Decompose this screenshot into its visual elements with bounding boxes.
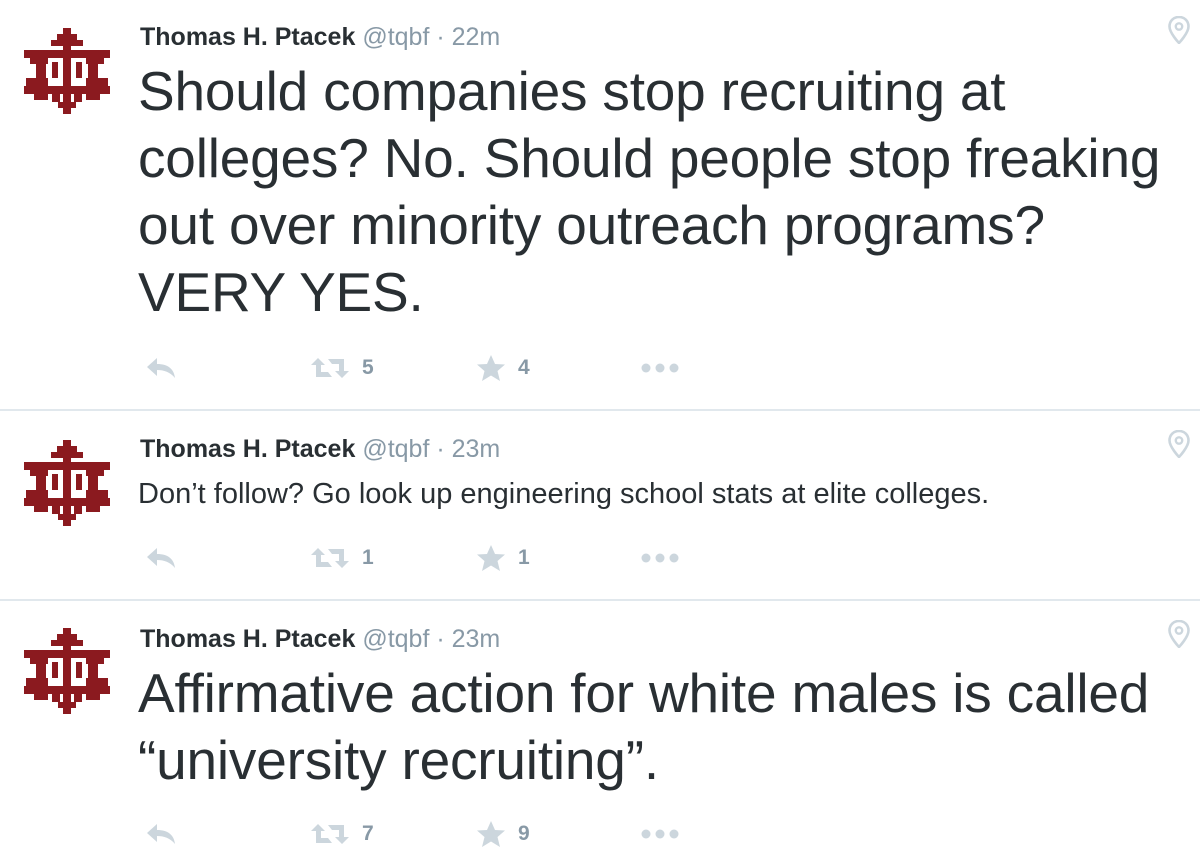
reply-button[interactable] xyxy=(144,352,178,384)
retweet-icon xyxy=(311,548,349,568)
location-pin-icon[interactable] xyxy=(1168,620,1190,648)
separator: · xyxy=(436,23,445,51)
favorite-button[interactable]: 9 xyxy=(476,818,530,850)
tweet[interactable]: Thomas H. Ptacek @tqbf · 23m Don’t follo… xyxy=(0,410,1200,600)
location-pin-icon[interactable] xyxy=(1168,430,1190,458)
separator: · xyxy=(436,625,445,653)
author-name[interactable]: Thomas H. Ptacek xyxy=(140,625,355,653)
tweet-text: Don’t follow? Go look up engineering sch… xyxy=(138,478,990,510)
retweet-button[interactable]: 5 xyxy=(310,352,374,384)
tweet-actions: 7 9 xyxy=(142,818,702,850)
tweet-header: Thomas H. Ptacek @tqbf · 22m xyxy=(140,20,500,54)
author-handle[interactable]: @tqbf xyxy=(362,435,429,463)
reply-button[interactable] xyxy=(144,542,178,574)
star-icon xyxy=(477,821,505,847)
favorite-count: 1 xyxy=(518,546,530,569)
reply-icon xyxy=(147,548,175,568)
timestamp[interactable]: 23m xyxy=(452,625,501,653)
timestamp[interactable]: 23m xyxy=(452,435,501,463)
tweet-actions: 1 1 xyxy=(142,542,702,574)
avatar[interactable] xyxy=(22,440,112,526)
tweet-text: Should companies stop recruiting at coll… xyxy=(138,60,1161,323)
retweet-icon xyxy=(311,824,349,844)
author-name[interactable]: Thomas H. Ptacek xyxy=(140,23,355,51)
more-icon xyxy=(641,363,679,373)
reply-button[interactable] xyxy=(144,818,178,850)
retweet-count: 1 xyxy=(362,546,374,569)
tweet-header: Thomas H. Ptacek @tqbf · 23m xyxy=(140,432,500,466)
favorite-count: 4 xyxy=(518,356,530,379)
separator: · xyxy=(436,435,445,463)
more-button[interactable] xyxy=(640,818,680,850)
retweet-button[interactable]: 7 xyxy=(310,818,374,850)
tweet[interactable]: Thomas H. Ptacek @tqbf · 22m Should comp… xyxy=(0,0,1200,410)
author-name[interactable]: Thomas H. Ptacek xyxy=(140,435,355,463)
more-icon xyxy=(641,553,679,563)
star-icon xyxy=(477,545,505,571)
favorite-count: 9 xyxy=(518,822,530,845)
more-button[interactable] xyxy=(640,352,680,384)
author-handle[interactable]: @tqbf xyxy=(362,23,429,51)
star-icon xyxy=(477,355,505,381)
author-handle[interactable]: @tqbf xyxy=(362,625,429,653)
tweet[interactable]: Thomas H. Ptacek @tqbf · 23m Affirmative… xyxy=(0,600,1200,865)
tweet-actions: 5 4 xyxy=(142,352,702,384)
tweet-text: Affirmative action for white males is ca… xyxy=(138,662,1150,791)
retweet-icon xyxy=(311,358,349,378)
location-pin-icon[interactable] xyxy=(1168,16,1190,44)
more-icon xyxy=(641,829,679,839)
favorite-button[interactable]: 1 xyxy=(476,542,530,574)
retweet-count: 5 xyxy=(362,356,374,379)
retweet-button[interactable]: 1 xyxy=(310,542,374,574)
reply-icon xyxy=(147,824,175,844)
tweet-header: Thomas H. Ptacek @tqbf · 23m xyxy=(140,622,500,656)
more-button[interactable] xyxy=(640,542,680,574)
timestamp[interactable]: 22m xyxy=(452,23,501,51)
favorite-button[interactable]: 4 xyxy=(476,352,530,384)
reply-icon xyxy=(147,358,175,378)
retweet-count: 7 xyxy=(362,822,374,845)
avatar[interactable] xyxy=(22,628,112,714)
avatar[interactable] xyxy=(22,28,112,114)
